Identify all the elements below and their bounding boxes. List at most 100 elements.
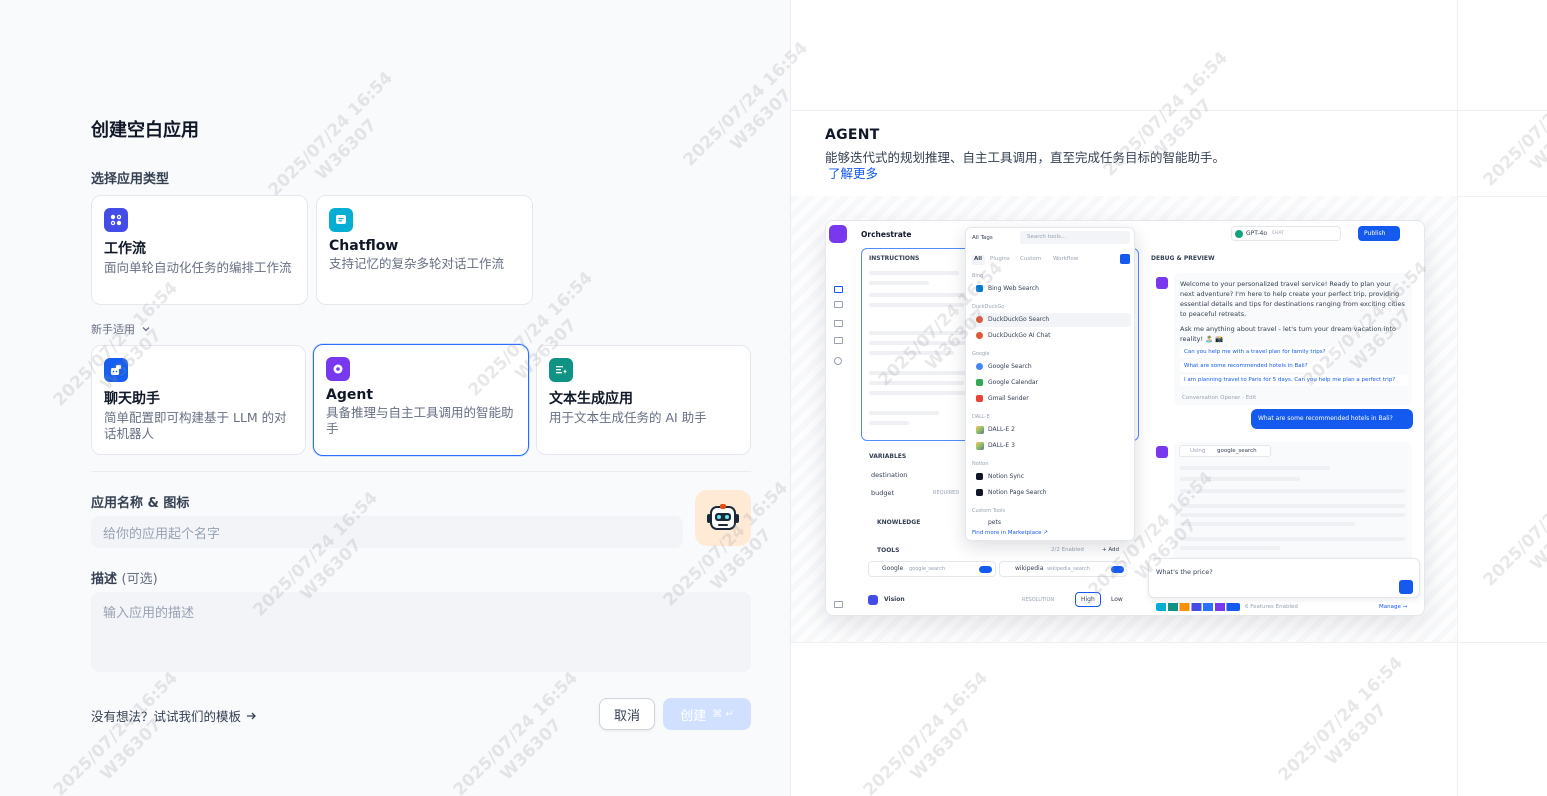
tool-item: Notion Sync bbox=[988, 473, 1025, 480]
app-type-label: 选择应用类型 bbox=[91, 172, 170, 187]
app-type-chatflow[interactable]: Chatflow 支持记忆的复杂多轮对话工作流 bbox=[316, 195, 533, 305]
desc-label: 描述 (可选) bbox=[91, 568, 158, 587]
suggestion: Can you help me with a travel plan for f… bbox=[1184, 349, 1326, 355]
required-tag: REQUIRED bbox=[933, 490, 960, 496]
bot-avatar bbox=[1156, 277, 1168, 289]
add-icon bbox=[1120, 254, 1130, 264]
app-type-desc: 用于文本生成任务的 AI 助手 bbox=[549, 410, 707, 425]
using-tool: google_search bbox=[1217, 448, 1257, 454]
group-label: Google bbox=[972, 351, 990, 357]
app-name-input[interactable]: 给你的应用起个名字 bbox=[91, 516, 683, 548]
app-type-chatbot[interactable]: 聊天助手 简单配置即可构建基于 LLM 的对话机器人 bbox=[91, 345, 306, 455]
learn-more-link[interactable]: 了解更多 bbox=[828, 163, 878, 182]
tool-item: Gmail Sender bbox=[988, 395, 1029, 402]
app-icon-picker[interactable] bbox=[695, 490, 751, 546]
tool-item: Google Search bbox=[988, 363, 1032, 370]
create-shortcut: ⌘ ↵ bbox=[712, 708, 734, 720]
workflow-icon bbox=[104, 208, 128, 232]
app-type-name: 聊天助手 bbox=[104, 391, 160, 407]
template-link[interactable]: 没有想法？试试我们的模板 bbox=[91, 706, 257, 725]
chat-input-box bbox=[1148, 558, 1420, 598]
name-icon-label: 应用名称 & 图标 bbox=[91, 496, 190, 511]
divider bbox=[91, 471, 751, 472]
tool-item: Google Calendar bbox=[988, 379, 1039, 386]
send-icon bbox=[1399, 580, 1413, 594]
cancel-button[interactable]: 取消 bbox=[599, 698, 655, 730]
preview-type-desc: 能够迭代式的规划推理、自主工具调用，直至完成任务目标的智能助手。 bbox=[825, 150, 1226, 165]
chatbot-icon bbox=[104, 358, 128, 382]
vision-label: Vision bbox=[884, 596, 905, 603]
app-type-desc: 简单配置即可构建基于 LLM 的对话机器人 bbox=[104, 410, 287, 441]
chatflow-icon bbox=[329, 208, 353, 232]
toggle-on-icon bbox=[979, 566, 992, 573]
low-option: Low bbox=[1111, 596, 1123, 603]
tab-all: All bbox=[974, 256, 983, 262]
orchestrate-title: Orchestrate bbox=[861, 230, 912, 239]
tool-item: pets bbox=[988, 519, 1001, 526]
rail-icon bbox=[834, 601, 843, 608]
app-type-desc: 支持记忆的复杂多轮对话工作流 bbox=[329, 256, 505, 271]
app-type-desc: 面向单轮自动化任务的编排工作流 bbox=[104, 260, 292, 275]
tab-workflow: Workflow bbox=[1053, 256, 1079, 262]
tools-label: TOOLS bbox=[877, 547, 900, 554]
tab-custom: Custom bbox=[1020, 256, 1042, 262]
feature-icons bbox=[1156, 603, 1240, 611]
grid-line bbox=[791, 642, 1547, 643]
find-more-link: Find more in Marketplace ↗ bbox=[972, 530, 1048, 536]
suggestion: What are some recommended hotels in Bali… bbox=[1184, 363, 1308, 369]
publish-button: Publish bbox=[1364, 230, 1386, 237]
conversation-opener: Conversation Opener · Edit bbox=[1182, 395, 1257, 401]
beginner-label: 新手适用 bbox=[91, 323, 135, 336]
group-label: Bing bbox=[972, 273, 984, 279]
rail-icon bbox=[834, 357, 842, 365]
knowledge-label: KNOWLEDGE bbox=[877, 519, 921, 526]
rail-icon bbox=[834, 337, 843, 344]
tool-wikipedia: wikipedia bbox=[1015, 565, 1044, 572]
tool-item: DuckDuckGo AI Chat bbox=[988, 332, 1051, 339]
tool-wikipedia-id: wikipedia_search bbox=[1047, 566, 1090, 572]
features-enabled: 6 Features Enabled bbox=[1245, 604, 1298, 610]
tool-google: Google bbox=[882, 565, 904, 572]
app-type-agent[interactable]: Agent 具备推理与自主工具调用的智能助手 bbox=[313, 344, 529, 456]
text-generator-icon bbox=[549, 358, 573, 382]
chat-input: What's the price? bbox=[1156, 568, 1213, 576]
desc-label-text: 描述 bbox=[91, 572, 118, 587]
tool-item: DALL-E 3 bbox=[988, 442, 1015, 449]
group-label: DALL-E bbox=[972, 414, 990, 420]
variables-label: VARIABLES bbox=[869, 453, 907, 460]
beginner-toggle[interactable]: 新手适用 bbox=[91, 321, 151, 337]
rail-icon bbox=[834, 301, 843, 308]
welcome-message: Welcome to your personalized travel serv… bbox=[1180, 280, 1405, 318]
group-label: Notion bbox=[972, 461, 989, 467]
app-type-desc: 具备推理与自主工具调用的智能助手 bbox=[326, 405, 514, 436]
chevron-down-icon bbox=[142, 327, 150, 332]
page-title: 创建空白应用 bbox=[91, 120, 199, 141]
model-name: GPT-4o bbox=[1246, 230, 1268, 237]
tool-item: Bing Web Search bbox=[988, 285, 1039, 292]
tab-plugins: Plugins bbox=[990, 256, 1010, 262]
preview-type-title: AGENT bbox=[825, 127, 880, 143]
ask-message: Ask me anything about travel - let's tur… bbox=[1180, 325, 1397, 343]
toggle-on-icon bbox=[1111, 566, 1124, 573]
tool-google-id: google_search bbox=[909, 566, 946, 572]
desc-optional: (可选) bbox=[121, 572, 158, 587]
bot-avatar bbox=[1156, 446, 1168, 458]
create-app-form: 创建空白应用 选择应用类型 工作流 面向单轮自动化任务的编排工作流 Chatfl… bbox=[0, 0, 790, 796]
app-type-name: Agent bbox=[326, 387, 374, 403]
app-type-name: Chatflow bbox=[329, 238, 399, 254]
app-type-text-generator[interactable]: 文本生成应用 用于文本生成任务的 AI 助手 bbox=[536, 345, 751, 455]
vision-icon bbox=[868, 595, 878, 605]
instructions-label: INSTRUCTIONS bbox=[869, 255, 920, 262]
tools-enabled: 2/2 Enabled bbox=[1051, 547, 1084, 553]
group-label: Custom Tools bbox=[972, 508, 1006, 514]
create-button-label: 创建 bbox=[680, 708, 707, 724]
rail-icon bbox=[834, 320, 843, 327]
user-message: What are some recommended hotels in Bali… bbox=[1258, 415, 1393, 422]
high-option: High bbox=[1081, 596, 1095, 603]
agent-icon bbox=[326, 357, 350, 381]
app-description-input[interactable]: 输入应用的描述 bbox=[91, 592, 751, 672]
app-type-workflow[interactable]: 工作流 面向单轮自动化任务的编排工作流 bbox=[91, 195, 308, 305]
model-icon bbox=[1235, 230, 1243, 238]
add-tool-button: + Add bbox=[1102, 547, 1120, 553]
create-button[interactable]: 创建 ⌘ ↵ bbox=[663, 698, 751, 730]
